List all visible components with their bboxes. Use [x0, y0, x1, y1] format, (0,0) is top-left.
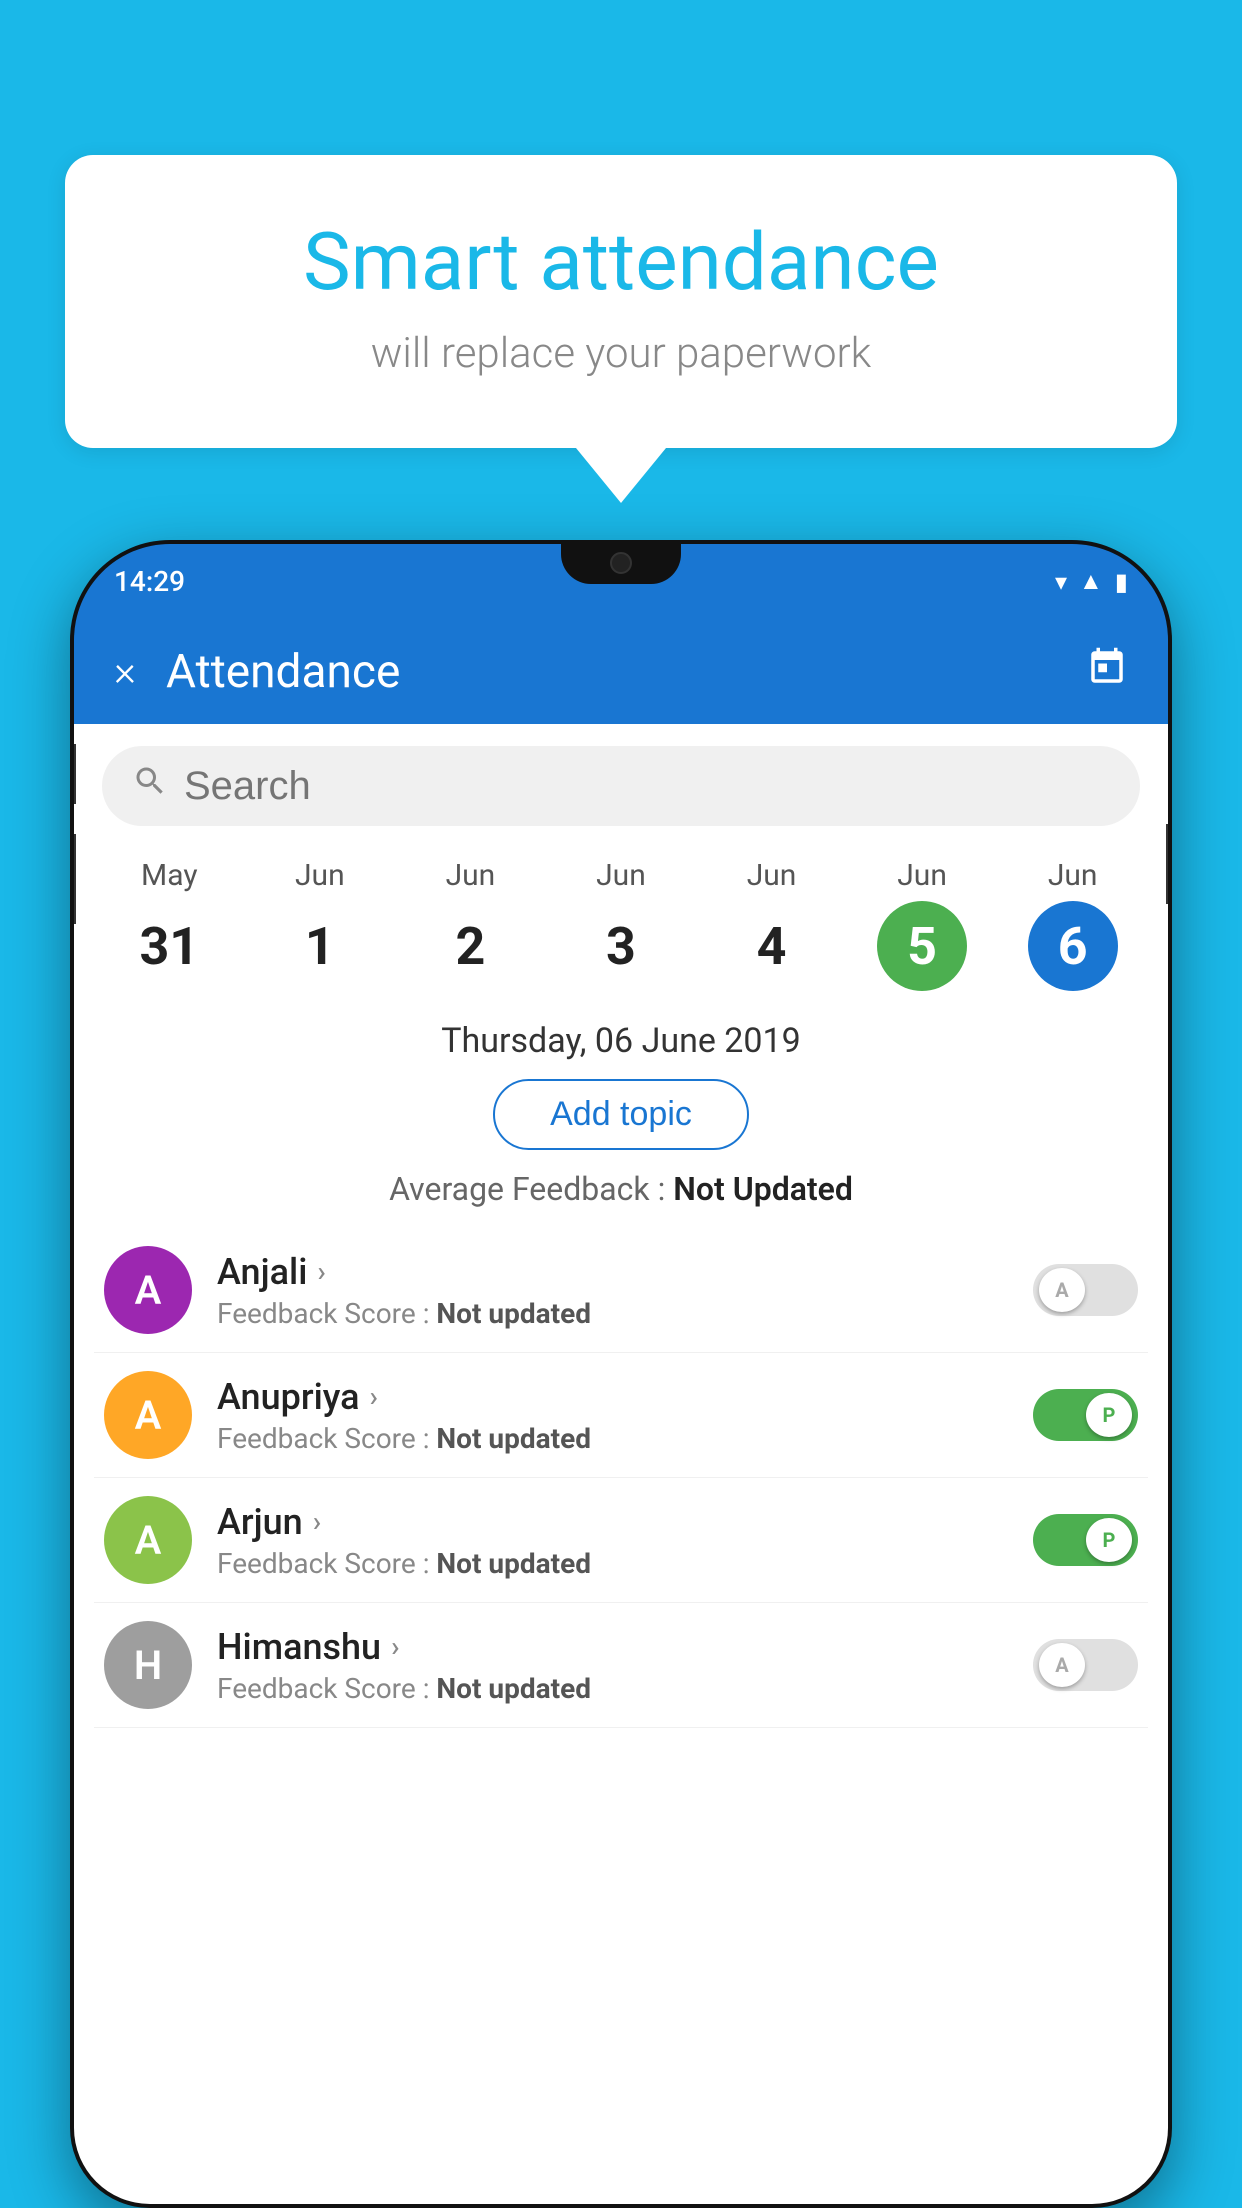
status-time: 14:29 [114, 565, 185, 598]
app-bar: × Attendance [74, 619, 1168, 724]
student-item: A Anjali › Feedback Score : Not updated … [94, 1228, 1148, 1353]
volume-up-button [74, 744, 76, 804]
student-list: A Anjali › Feedback Score : Not updated … [74, 1228, 1168, 1728]
search-input[interactable] [184, 764, 1110, 809]
cal-month: Jun [446, 858, 496, 893]
cal-date[interactable]: 5 [877, 901, 967, 991]
student-avatar: H [104, 1621, 192, 1709]
calendar-day[interactable]: Jun 6 [1013, 858, 1133, 991]
phone-inner: 14:29 ▾ ▲ ▮ × Attendance [74, 544, 1168, 2204]
student-avatar: A [104, 1371, 192, 1459]
camera [610, 552, 632, 574]
avg-feedback-value: Not Updated [673, 1170, 853, 1208]
student-avatar: A [104, 1496, 192, 1584]
calendar-day[interactable]: Jun 3 [561, 858, 681, 991]
chevron-right-icon: › [313, 1505, 321, 1538]
chevron-right-icon: › [317, 1255, 325, 1288]
calendar-button[interactable] [1086, 646, 1128, 698]
avg-feedback: Average Feedback : Not Updated [74, 1170, 1168, 1208]
cal-month: Jun [596, 858, 646, 893]
cal-month: May [141, 858, 197, 893]
student-name[interactable]: Anupriya › [217, 1376, 1033, 1418]
toggle-knob: A [1039, 1643, 1085, 1687]
calendar-day[interactable]: Jun 5 [862, 858, 982, 991]
speech-bubble-subtitle: will replace your paperwork [145, 329, 1097, 378]
feedback-value: Not updated [436, 1547, 591, 1580]
student-info: Arjun › Feedback Score : Not updated [217, 1501, 1033, 1580]
speech-bubble: Smart attendance will replace your paper… [65, 155, 1177, 448]
cal-date[interactable]: 2 [425, 901, 515, 991]
power-button [1166, 824, 1168, 904]
feedback-label: Feedback Score : [217, 1297, 436, 1330]
student-feedback: Feedback Score : Not updated [217, 1547, 1033, 1580]
student-name[interactable]: Arjun › [217, 1501, 1033, 1543]
attendance-toggle[interactable]: P [1033, 1389, 1138, 1441]
cal-month: Jun [1048, 858, 1098, 893]
student-avatar: A [104, 1246, 192, 1334]
status-bar: 14:29 ▾ ▲ ▮ [74, 544, 1168, 619]
volume-down-button [74, 834, 76, 924]
calendar-day[interactable]: Jun 2 [410, 858, 530, 991]
cal-date[interactable]: 31 [124, 901, 214, 991]
cal-month: Jun [295, 858, 345, 893]
calendar-day[interactable]: May 31 [109, 858, 229, 991]
feedback-label: Feedback Score : [217, 1672, 436, 1705]
student-info: Anupriya › Feedback Score : Not updated [217, 1376, 1033, 1455]
student-name[interactable]: Himanshu › [217, 1626, 1033, 1668]
student-item: A Anupriya › Feedback Score : Not update… [94, 1353, 1148, 1478]
student-info: Himanshu › Feedback Score : Not updated [217, 1626, 1033, 1705]
speech-bubble-tail [576, 448, 666, 503]
status-icons: ▾ ▲ ▮ [1055, 567, 1128, 596]
battery-icon: ▮ [1115, 568, 1128, 596]
close-button[interactable]: × [114, 647, 136, 696]
toggle-knob: P [1086, 1518, 1132, 1562]
app-bar-title: Attendance [166, 645, 1056, 699]
search-icon [132, 763, 168, 809]
attendance-toggle[interactable]: A [1033, 1264, 1138, 1316]
cal-month: Jun [897, 858, 947, 893]
student-item: H Himanshu › Feedback Score : Not update… [94, 1603, 1148, 1728]
wifi-icon: ▾ [1055, 568, 1067, 596]
feedback-value: Not updated [436, 1672, 591, 1705]
screen-content: May 31 Jun 1 Jun 2 Jun 3 Jun 4 Jun 5 Jun… [74, 724, 1168, 2204]
chevron-right-icon: › [370, 1380, 378, 1413]
add-topic-button[interactable]: Add topic [493, 1079, 749, 1150]
student-item: A Arjun › Feedback Score : Not updated P [94, 1478, 1148, 1603]
feedback-value: Not updated [436, 1422, 591, 1455]
cal-month: Jun [747, 858, 797, 893]
attendance-toggle[interactable]: P [1033, 1514, 1138, 1566]
speech-bubble-title: Smart attendance [145, 215, 1097, 309]
toggle-knob: P [1086, 1393, 1132, 1437]
student-feedback: Feedback Score : Not updated [217, 1422, 1033, 1455]
cal-date[interactable]: 4 [727, 901, 817, 991]
feedback-value: Not updated [436, 1297, 591, 1330]
student-feedback: Feedback Score : Not updated [217, 1297, 1033, 1330]
cal-date[interactable]: 3 [576, 901, 666, 991]
selected-date: Thursday, 06 June 2019 [74, 1011, 1168, 1079]
cal-date[interactable]: 6 [1028, 901, 1118, 991]
calendar-day[interactable]: Jun 4 [712, 858, 832, 991]
toggle-knob: A [1039, 1268, 1085, 1312]
phone-frame: 14:29 ▾ ▲ ▮ × Attendance [70, 540, 1172, 2208]
chevron-right-icon: › [391, 1630, 399, 1663]
cal-date[interactable]: 1 [275, 901, 365, 991]
calendar-day[interactable]: Jun 1 [260, 858, 380, 991]
search-bar[interactable] [102, 746, 1140, 826]
attendance-toggle[interactable]: A [1033, 1639, 1138, 1691]
student-info: Anjali › Feedback Score : Not updated [217, 1251, 1033, 1330]
student-name[interactable]: Anjali › [217, 1251, 1033, 1293]
speech-bubble-container: Smart attendance will replace your paper… [65, 155, 1177, 503]
feedback-label: Feedback Score : [217, 1547, 436, 1580]
feedback-label: Feedback Score : [217, 1422, 436, 1455]
avg-feedback-label: Average Feedback : [389, 1170, 673, 1208]
notch [561, 544, 681, 584]
student-feedback: Feedback Score : Not updated [217, 1672, 1033, 1705]
calendar-strip: May 31 Jun 1 Jun 2 Jun 3 Jun 4 Jun 5 Jun… [74, 848, 1168, 1011]
signal-icon: ▲ [1079, 567, 1103, 596]
